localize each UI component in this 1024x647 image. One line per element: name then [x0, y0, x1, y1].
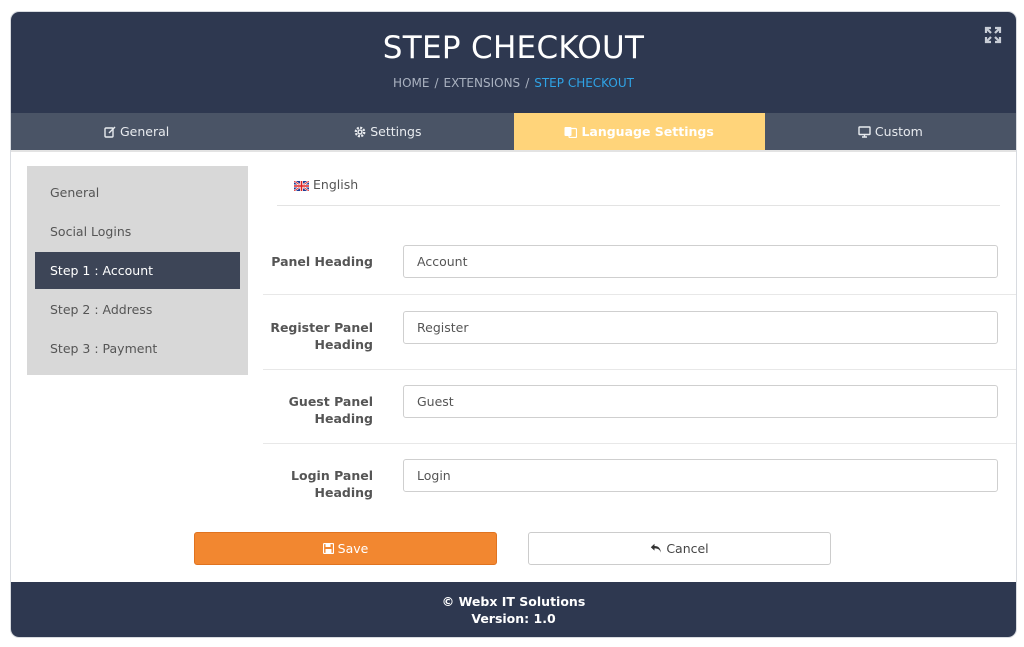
language-tab-english[interactable]: English: [277, 177, 1000, 206]
gear-icon: [354, 126, 366, 137]
step-checkout-panel: STEP CHECKOUT HOME / EXTENSIONS / STEP CHECK…: [11, 12, 1016, 637]
page-title: STEP CHECKOUT: [382, 30, 645, 66]
guest-panel-heading-label: Guest Panel Heading: [288, 394, 373, 426]
language-label: English: [313, 177, 359, 192]
tab-bar: General Settings Language Settings Custo…: [11, 113, 1016, 152]
edit-icon: [104, 126, 116, 138]
sidebar-item-step1-account[interactable]: Step 1 : Account: [35, 252, 240, 289]
breadcrumb: HOME / EXTENSIONS / STEP CHECKOUT: [393, 76, 634, 90]
expand-icon[interactable]: [984, 26, 1002, 44]
register-panel-heading-label: Register Panel Heading: [270, 320, 373, 352]
sidebar-item-general[interactable]: General: [35, 174, 240, 211]
sidebar-item-step2-address[interactable]: Step 2 : Address: [35, 291, 240, 328]
undo-icon: [651, 543, 662, 553]
tab-language-settings[interactable]: Language Settings: [513, 113, 765, 150]
desktop-icon: [858, 125, 871, 138]
uk-flag-icon: [294, 181, 309, 191]
form-row-panel-heading: Panel Heading: [263, 234, 1016, 295]
panel-heading-input[interactable]: [403, 245, 998, 278]
save-button[interactable]: Save: [194, 532, 497, 565]
save-icon: [322, 543, 334, 554]
language-icon: [564, 126, 578, 138]
form-row-guest-panel-heading: Guest Panel Heading: [263, 370, 1016, 444]
save-button-label: Save: [337, 541, 369, 556]
form-row-register-panel-heading: Register Panel Heading: [263, 295, 1016, 370]
tab-general[interactable]: General: [11, 113, 262, 150]
login-panel-heading-label: Login Panel Heading: [291, 468, 373, 500]
cancel-button[interactable]: Cancel: [528, 532, 831, 565]
login-panel-heading-input[interactable]: [403, 459, 998, 492]
panel-heading-label: Panel Heading: [271, 254, 373, 269]
sidebar-item-step3-payment[interactable]: Step 3 : Payment: [35, 330, 240, 367]
tab-general-label: General: [119, 124, 170, 139]
form-row-login-panel-heading: Login Panel Heading: [263, 444, 1016, 518]
breadcrumb-home[interactable]: HOME: [393, 76, 429, 90]
page-header: STEP CHECKOUT HOME / EXTENSIONS / STEP CHECK…: [11, 12, 1016, 113]
cancel-button-label: Cancel: [666, 541, 709, 556]
guest-panel-heading-input[interactable]: [403, 385, 998, 418]
breadcrumb-extensions[interactable]: EXTENSIONS: [444, 76, 521, 90]
sidebar: General Social Logins Step 1 : Account S…: [27, 166, 248, 375]
footer-version: Version: 1.0: [471, 611, 556, 626]
tab-settings[interactable]: Settings: [262, 113, 513, 150]
page-footer: © Webx IT Solutions Version: 1.0: [11, 582, 1016, 637]
register-panel-heading-input[interactable]: [403, 311, 998, 344]
sidebar-item-social-logins[interactable]: Social Logins: [35, 213, 240, 250]
tab-language-settings-label: Language Settings: [581, 124, 714, 139]
breadcrumb-current[interactable]: STEP CHECKOUT: [534, 76, 634, 90]
tab-custom-label: Custom: [874, 124, 923, 139]
tab-settings-label: Settings: [370, 124, 422, 139]
tab-custom[interactable]: Custom: [765, 113, 1016, 150]
footer-copyright: © Webx IT Solutions: [441, 594, 586, 609]
